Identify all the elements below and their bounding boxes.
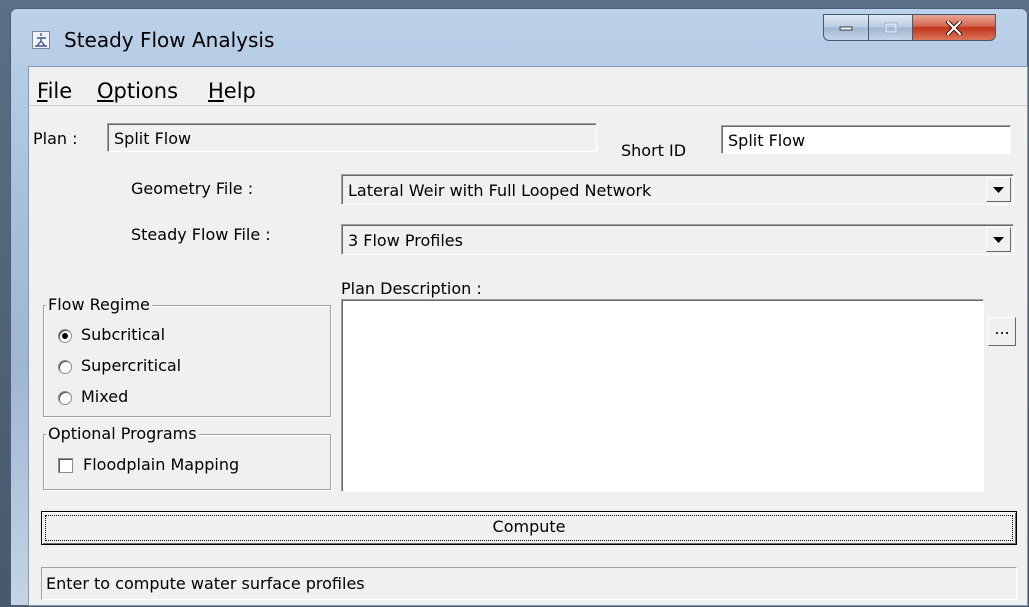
plan-description-label: Plan Description : — [341, 279, 482, 298]
subcritical-label[interactable]: Subcritical — [81, 325, 165, 344]
menu-file-accel: F — [37, 79, 48, 103]
geometry-file-value: Lateral Weir with Full Looped Network — [348, 181, 652, 200]
floodplain-mapping-checkbox[interactable] — [58, 458, 73, 473]
plan-title-field[interactable]: Split Flow — [107, 123, 597, 152]
optional-programs-title: Optional Programs — [46, 424, 199, 443]
maximize-icon — [884, 22, 897, 33]
window-title: Steady Flow Analysis — [64, 28, 275, 52]
steady-flow-file-value: 3 Flow Profiles — [348, 231, 463, 250]
close-button[interactable] — [912, 14, 996, 41]
chevron-down-icon — [993, 237, 1004, 243]
plan-description-textarea[interactable] — [341, 299, 984, 492]
plan-label: Plan : — [33, 129, 78, 148]
dialog-client-area: File Options Help Plan : Split Flow Shor… — [28, 66, 1028, 606]
menu-bar: File Options Help — [29, 67, 1027, 105]
floodplain-mapping-label[interactable]: Floodplain Mapping — [83, 455, 239, 474]
title-bar[interactable]: Steady Flow Analysis — [10, 8, 1028, 66]
compute-label: Compute — [492, 517, 566, 536]
minimize-button[interactable] — [823, 14, 869, 41]
menu-separator — [29, 105, 1027, 106]
menu-options-label: ptions — [113, 79, 179, 103]
compute-button[interactable]: Compute — [41, 511, 1017, 545]
menu-file-label: ile — [47, 79, 73, 103]
short-id-field[interactable]: Split Flow — [721, 125, 1011, 154]
flow-regime-title: Flow Regime — [46, 295, 152, 314]
subcritical-radio[interactable] — [58, 329, 72, 343]
close-icon — [946, 20, 962, 35]
hec-ras-app-icon[interactable] — [32, 31, 50, 49]
maximize-button[interactable] — [868, 14, 913, 41]
status-bar: Enter to compute water surface profiles — [41, 567, 1017, 600]
mixed-radio[interactable] — [58, 391, 72, 405]
mixed-label[interactable]: Mixed — [81, 387, 128, 406]
steady-flow-window: Steady Flow Analysis File Options Help P… — [10, 8, 1028, 606]
menu-options-accel: O — [97, 79, 114, 103]
flow-regime-group: Flow Regime Subcritical Supercritical Mi… — [43, 295, 331, 417]
supercritical-label[interactable]: Supercritical — [81, 356, 181, 375]
menu-help[interactable]: Help — [208, 79, 256, 103]
chevron-down-icon — [993, 187, 1004, 193]
menu-file[interactable]: File — [37, 79, 72, 103]
geometry-file-dropdown-button[interactable] — [986, 177, 1011, 202]
steady-flow-file-select[interactable]: 3 Flow Profiles — [341, 224, 1014, 255]
optional-programs-group: Optional Programs Floodplain Mapping — [43, 424, 331, 490]
plan-description-browse-button[interactable]: ... — [988, 317, 1016, 346]
steady-flow-file-dropdown-button[interactable] — [986, 227, 1011, 252]
menu-help-accel: H — [208, 79, 224, 103]
minimize-icon — [839, 26, 853, 30]
menu-help-label: elp — [223, 79, 256, 103]
geometry-file-select[interactable]: Lateral Weir with Full Looped Network — [341, 174, 1014, 205]
short-id-label: Short ID — [621, 141, 687, 160]
supercritical-radio[interactable] — [58, 360, 72, 374]
menu-options[interactable]: Options — [97, 79, 178, 103]
geometry-file-label: Geometry File : — [131, 179, 254, 198]
steady-flow-file-label: Steady Flow File : — [131, 225, 271, 244]
